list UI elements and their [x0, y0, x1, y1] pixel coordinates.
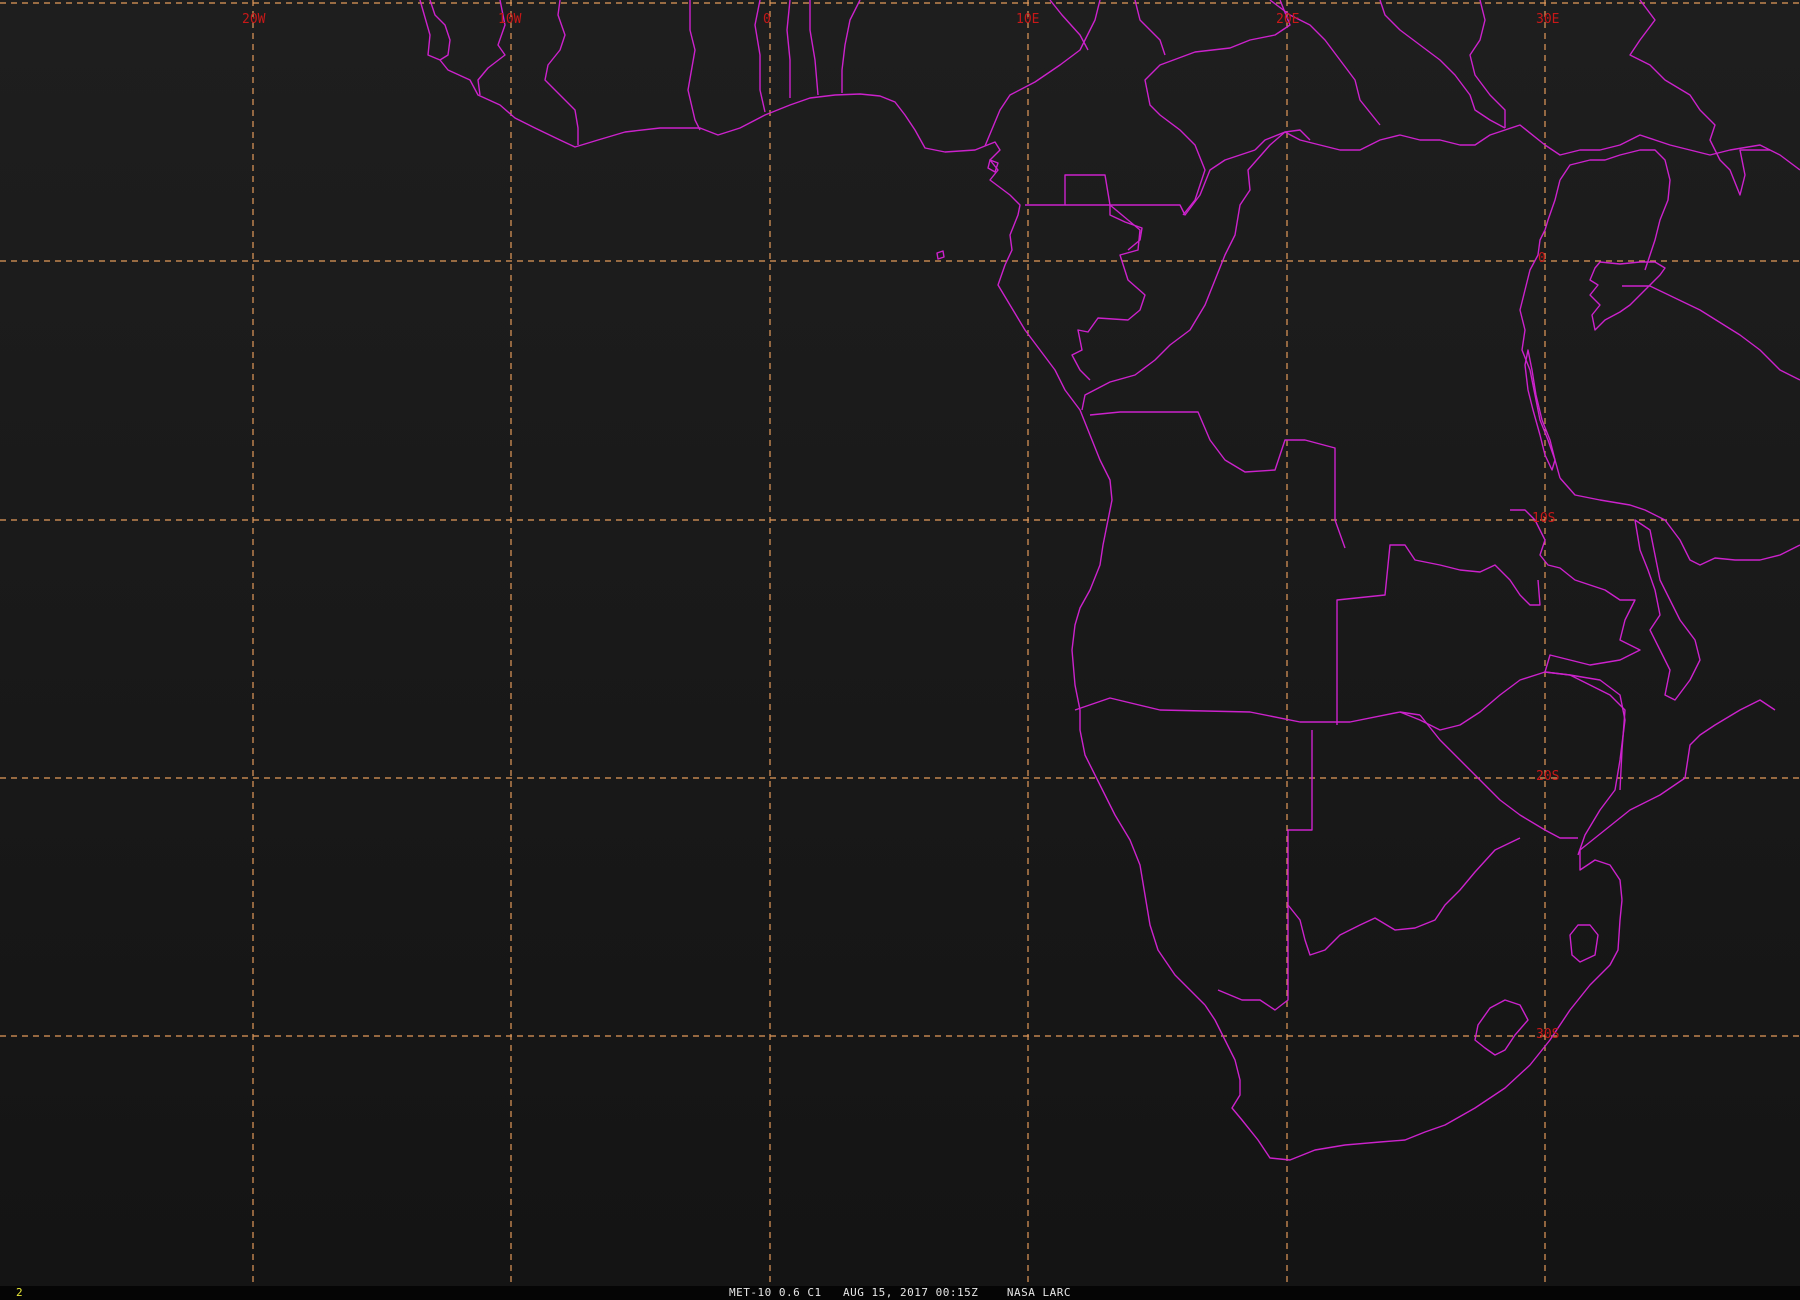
datetime-label: AUG 15, 2017 00:15Z [843, 1286, 979, 1299]
lon-label-0: 0 [763, 12, 771, 27]
lon-label-10w: 10W [498, 12, 522, 27]
caption-text: MET-10 0.6 C1 AUG 15, 2017 00:15Z NASA L… [0, 1286, 1800, 1300]
lat-label-10s: 10S [1532, 511, 1555, 526]
image-caption-bar: 2 MET-10 0.6 C1 AUG 15, 2017 00:15Z NASA… [0, 1286, 1800, 1300]
lon-label-20w: 20W [242, 12, 266, 27]
lon-label-30e: 30E [1536, 12, 1559, 27]
lon-label-20e: 20E [1276, 12, 1299, 27]
map-background [0, 0, 1800, 1286]
lat-label-20s: 20S [1536, 769, 1559, 784]
satellite-label: MET-10 0.6 C1 [729, 1286, 822, 1299]
satellite-map: 20W 10W 0 10E 20E 30E 0 10S 20S 30S [0, 0, 1800, 1286]
source-label: NASA LARC [1006, 1286, 1071, 1299]
lon-label-10e: 10E [1016, 12, 1039, 27]
lat-label-0: 0 [1538, 251, 1546, 266]
lat-label-30s: 30S [1536, 1027, 1559, 1042]
